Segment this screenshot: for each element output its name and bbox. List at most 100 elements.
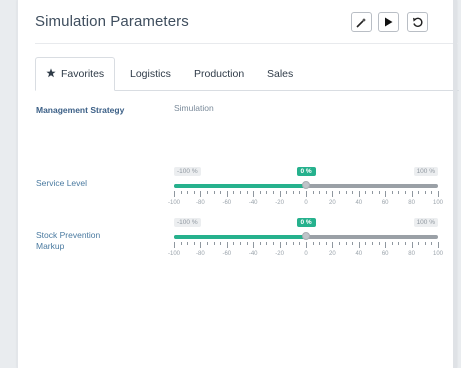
tick-label: 100 [432, 200, 444, 206]
star-icon [46, 67, 56, 81]
minor-tick [193, 191, 195, 194]
minor-tick [372, 191, 373, 194]
minor-tick [299, 191, 301, 194]
minor-tick [187, 191, 189, 194]
minor-tick [187, 242, 189, 245]
minor-tick [424, 242, 426, 245]
slider-value-badge: 0 % [296, 167, 316, 176]
tick-label: 80 [408, 251, 415, 257]
slider-handle[interactable] [302, 181, 310, 189]
tab-sales[interactable]: Sales [267, 57, 293, 90]
tick-label: 40 [355, 251, 363, 257]
minor-tick [398, 191, 400, 194]
slider-track[interactable] [174, 232, 438, 240]
major-tick [411, 242, 413, 248]
slider-max-label: 100 % [413, 167, 438, 176]
major-tick [332, 242, 334, 248]
reset-button[interactable] [407, 12, 428, 32]
minor-tick [299, 242, 301, 245]
minor-tick [345, 191, 347, 194]
slider-min-label: -100 % [174, 218, 201, 227]
major-tick [411, 191, 413, 197]
minor-tick [325, 191, 327, 194]
tick-label: 0 [304, 200, 308, 206]
minor-tick [240, 191, 241, 194]
tick-label: -20 [275, 251, 284, 257]
tick-label: 20 [329, 251, 336, 257]
tab-logistics[interactable]: Logistics [130, 57, 171, 90]
minor-tick [312, 242, 314, 245]
tick-label: 40 [355, 200, 363, 206]
minor-tick [220, 191, 222, 194]
minor-tick [339, 242, 340, 245]
slider-max-label: 100 % [413, 218, 438, 227]
tab-favorites[interactable]: Favorites [35, 57, 116, 91]
minor-tick [339, 191, 340, 194]
major-tick [174, 191, 175, 197]
slider-handle[interactable] [302, 232, 310, 240]
minor-tick [240, 242, 241, 245]
tab-label: Favorites [61, 68, 105, 80]
panel-title: Simulation Parameters [35, 13, 189, 30]
minor-tick [372, 242, 373, 245]
tab-production[interactable]: Production [194, 57, 244, 90]
minor-tick [273, 191, 274, 194]
major-tick [226, 242, 228, 248]
service-level-label: Service Level [36, 178, 88, 188]
major-tick [226, 191, 228, 197]
minor-tick [233, 242, 235, 245]
minor-tick [180, 242, 182, 245]
minor-tick [233, 191, 235, 194]
tick-label: -20 [275, 200, 284, 206]
minor-tick [220, 242, 222, 245]
minor-tick [292, 242, 294, 245]
minor-tick [207, 191, 208, 194]
minor-tick [424, 191, 426, 194]
major-tick [306, 191, 307, 197]
major-tick [174, 242, 175, 248]
play-icon [384, 17, 393, 27]
minor-tick [292, 191, 294, 194]
run-button[interactable] [378, 12, 399, 32]
minor-tick [207, 242, 208, 245]
tick-label: 0 [304, 251, 308, 257]
minor-tick [365, 242, 367, 245]
minor-tick [398, 242, 400, 245]
scrollbar[interactable] [453, 0, 457, 368]
stock-prevention-markup-slider[interactable]: -100 % 100 % 0 % -100 -80 -60 -40 -20 0 20 40 60 80 1… [168, 218, 443, 273]
major-tick [385, 191, 387, 197]
minor-tick [345, 242, 347, 245]
service-level-slider[interactable]: -100 % 100 % 0 % -100 -80 -60 -40 -20 0 20 40 60 80 1… [168, 167, 443, 222]
minor-tick [352, 191, 354, 194]
minor-tick [193, 242, 195, 245]
minor-tick [259, 191, 261, 194]
minor-tick [180, 191, 182, 194]
major-tick [438, 242, 439, 248]
slider-min-label: -100 % [174, 167, 201, 176]
simulation-column-heading: Simulation [174, 103, 214, 113]
tick-label: -80 [196, 251, 205, 257]
stock-prevention-markup-label: Stock Prevention Markup [36, 230, 101, 251]
minor-tick [312, 191, 314, 194]
tick-label: -40 [248, 251, 258, 257]
tick-label: -100 [167, 200, 181, 206]
minor-tick [352, 242, 354, 245]
major-tick [200, 242, 202, 248]
major-tick [332, 191, 334, 197]
minor-tick [405, 191, 406, 194]
minor-tick [319, 242, 321, 245]
minor-tick [405, 242, 406, 245]
tick-label: 60 [381, 200, 389, 206]
management-strategy-heading: Management Strategy [36, 105, 125, 115]
major-tick [279, 191, 281, 197]
slider-track[interactable] [174, 181, 438, 189]
major-tick [438, 191, 439, 197]
minor-tick [266, 191, 268, 194]
magic-wand-button[interactable] [351, 12, 372, 32]
minor-tick [213, 191, 215, 194]
major-tick [253, 191, 255, 197]
tick-label: -80 [196, 200, 205, 206]
minor-tick [286, 191, 288, 194]
major-tick [385, 242, 387, 248]
major-tick [358, 242, 360, 248]
